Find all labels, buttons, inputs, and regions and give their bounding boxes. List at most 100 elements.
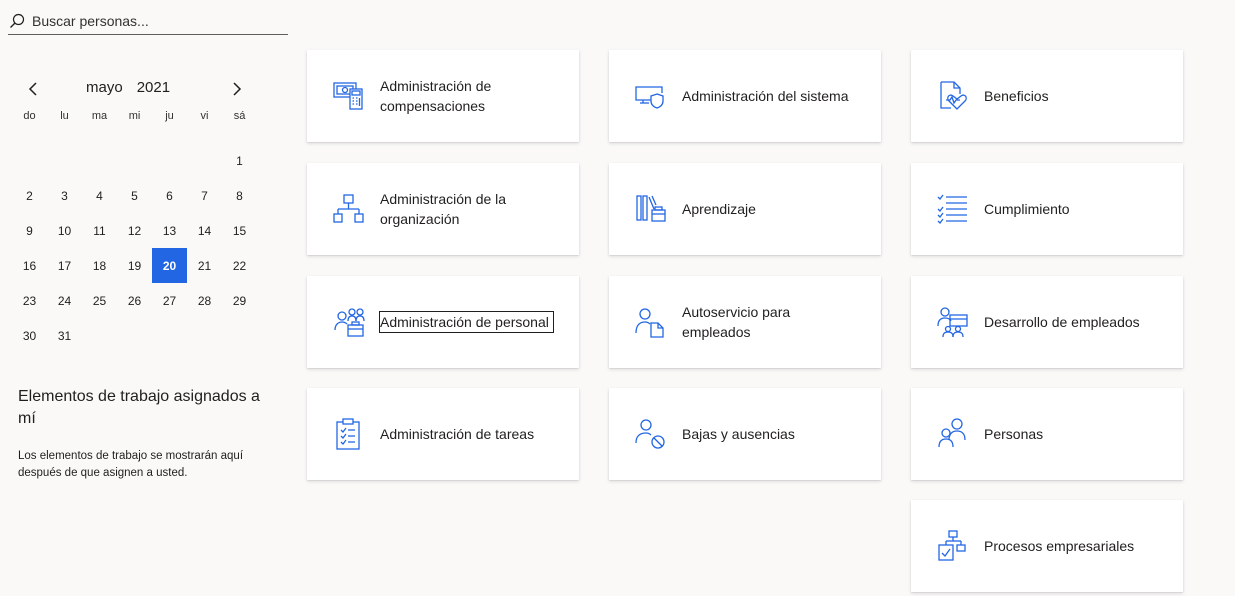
calendar-week-row: 30 31	[12, 318, 257, 353]
tile-label: Personas	[984, 426, 1044, 442]
tile-label: Administración de tareas	[380, 426, 535, 442]
tile-learning[interactable]: Aprendizaje	[609, 163, 881, 255]
clipboard-tasks-icon	[333, 418, 365, 450]
tile-label: Administración de compensaciones	[380, 78, 492, 114]
calendar-empty-cell	[82, 318, 117, 353]
calendar-empty-cell	[187, 143, 222, 178]
calendar-month: mayo	[86, 79, 123, 96]
calendar-day[interactable]: 26	[117, 283, 152, 318]
system-shield-icon	[635, 80, 667, 112]
calendar-day-selected[interactable]: 20	[152, 248, 187, 283]
tile-leave-absence[interactable]: Bajas y ausencias	[609, 388, 881, 480]
tile-organization[interactable]: Administración de la organización	[307, 163, 579, 255]
calendar-empty-cell	[152, 143, 187, 178]
tile-system-admin[interactable]: Administración del sistema	[609, 50, 881, 142]
calendar-empty-cell	[117, 143, 152, 178]
calendar-day[interactable]: 30	[12, 318, 47, 353]
calendar-day[interactable]: 21	[187, 248, 222, 283]
business-process-icon	[937, 530, 969, 562]
chevron-left-icon	[28, 82, 37, 96]
calendar-day[interactable]: 31	[47, 318, 82, 353]
calendar-week-row: 9 10 11 12 13 14 15	[12, 213, 257, 248]
next-month-button[interactable]	[224, 76, 250, 102]
calendar-title[interactable]: mayo 2021	[86, 79, 184, 96]
calendar-day[interactable]: 9	[12, 213, 47, 248]
calendar-day[interactable]: 29	[222, 283, 257, 318]
search-input[interactable]	[32, 13, 272, 29]
calendar-weekday-row: do lu ma mi ju vi sá	[12, 108, 257, 143]
calendar-empty-cell	[82, 143, 117, 178]
tile-label: Administración de personal	[379, 311, 554, 333]
calendar-day[interactable]: 27	[152, 283, 187, 318]
calendar-day[interactable]: 15	[222, 213, 257, 248]
calendar-day[interactable]: 23	[12, 283, 47, 318]
calendar-week-row: 16 17 18 19 20 21 22	[12, 248, 257, 283]
calendar-grid: do lu ma mi ju vi sá 1 2 3 4 5 6 7 8 9 10 11 12 13 14 15 16 17 1…	[12, 108, 257, 353]
org-chart-icon	[333, 193, 365, 225]
calendar-day[interactable]: 16	[12, 248, 47, 283]
calendar-day[interactable]: 2	[12, 178, 47, 213]
work-items-title: Elementos de trabajo asignados a mí	[18, 388, 260, 427]
calendar-day[interactable]: 5	[117, 178, 152, 213]
calendar-weekday: do	[23, 110, 36, 122]
calendar-day[interactable]: 22	[222, 248, 257, 283]
calendar-day[interactable]: 18	[82, 248, 117, 283]
search-box[interactable]	[8, 8, 288, 35]
compensation-icon	[333, 80, 365, 112]
calendar-weekday: mi	[128, 110, 141, 122]
calendar-day[interactable]: 13	[152, 213, 187, 248]
calendar-weekday: lu	[60, 110, 69, 122]
calendar-day[interactable]: 1	[222, 143, 257, 178]
calendar-empty-cell	[12, 143, 47, 178]
tile-compensation[interactable]: Administración de compensaciones	[307, 50, 579, 142]
calendar-day[interactable]: 8	[222, 178, 257, 213]
calendar-week-row: 2345678	[12, 178, 257, 213]
tile-compliance[interactable]: Cumplimiento	[911, 163, 1183, 255]
calendar-weekday: ju	[165, 110, 174, 122]
tile-label: Administración del sistema	[682, 88, 849, 104]
search-icon	[8, 12, 26, 30]
calendar-day[interactable]: 6	[152, 178, 187, 213]
calendar-weekday: sá	[233, 110, 246, 122]
calendar-day[interactable]: 19	[117, 248, 152, 283]
calendar-weekday: vi	[200, 110, 209, 122]
people-icon	[937, 418, 969, 450]
calendar-day[interactable]: 28	[187, 283, 222, 318]
tile-label: Procesos empresariales	[984, 538, 1135, 554]
calendar-day[interactable]: 25	[82, 283, 117, 318]
personnel-icon	[333, 306, 365, 338]
tile-personnel[interactable]: Administración de personal	[307, 276, 579, 368]
tile-tasks[interactable]: Administración de tareas	[307, 388, 579, 480]
tile-label: Cumplimiento	[984, 201, 1070, 217]
tile-benefits[interactable]: Beneficios	[911, 50, 1183, 142]
tile-label: Desarrollo de empleados	[984, 314, 1140, 330]
chevron-right-icon	[233, 82, 242, 96]
calendar-day[interactable]: 12	[117, 213, 152, 248]
calendar-empty-cell	[222, 318, 257, 353]
tile-employee-development[interactable]: Desarrollo de empleados	[911, 276, 1183, 368]
benefits-heart-icon	[937, 80, 969, 112]
calendar-day[interactable]: 3	[47, 178, 82, 213]
calendar-day[interactable]: 17	[47, 248, 82, 283]
calendar-empty-cell	[152, 318, 187, 353]
calendar-empty-cell	[117, 318, 152, 353]
tile-people[interactable]: Personas	[911, 388, 1183, 480]
calendar-weekday: ma	[91, 110, 108, 122]
calendar-day[interactable]: 10	[47, 213, 82, 248]
calendar-day[interactable]: 7	[187, 178, 222, 213]
tile-label: Beneficios	[984, 88, 1049, 104]
learning-books-icon	[635, 193, 667, 225]
tile-label: Administración de la organización	[380, 191, 507, 227]
tile-label: Autoservicio para empleados	[682, 304, 791, 340]
calendar-week-row: 1	[12, 143, 257, 178]
calendar-day[interactable]: 4	[82, 178, 117, 213]
calendar-day[interactable]: 11	[82, 213, 117, 248]
tile-business-processes[interactable]: Procesos empresariales	[911, 500, 1183, 592]
tile-self-service[interactable]: Autoservicio para empleados	[609, 276, 881, 368]
calendar-day[interactable]: 14	[187, 213, 222, 248]
checklist-icon	[937, 193, 969, 225]
calendar-empty-cell	[187, 318, 222, 353]
calendar-day[interactable]: 24	[47, 283, 82, 318]
employee-development-icon	[937, 306, 969, 338]
previous-month-button[interactable]	[20, 76, 46, 102]
